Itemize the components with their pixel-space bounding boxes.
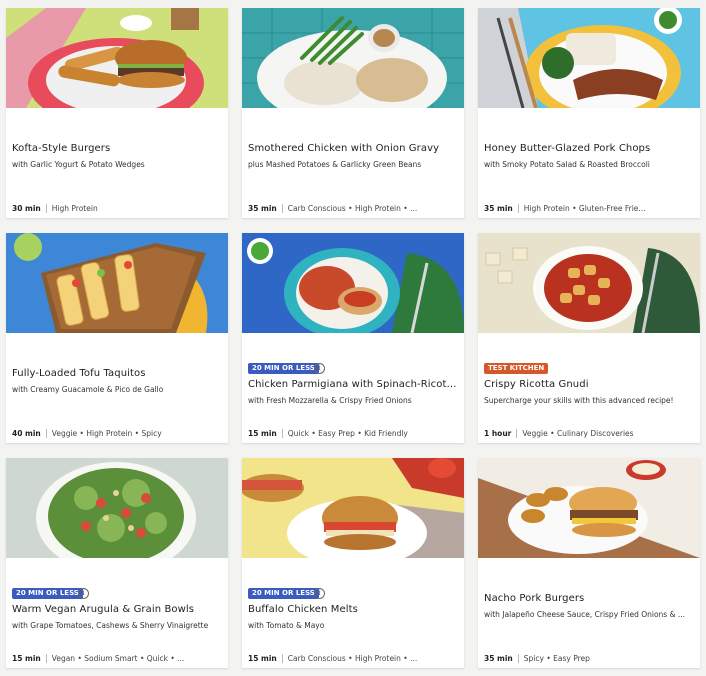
divider — [281, 203, 283, 213]
recipe-grid: Kofta-Style Burgers with Garlic Yogurt &… — [0, 0, 706, 676]
recipe-meta: 15 min Quick • Easy Prep • Kid Friendly — [248, 428, 458, 438]
recipe-card[interactable]: Honey Butter-Glazed Pork Chops with Smok… — [478, 8, 700, 218]
badge-20-min: 20 MIN OR LESS — [12, 588, 83, 599]
recipe-title[interactable]: Buffalo Chicken Melts — [248, 604, 458, 615]
badge-20-min: 20 MIN OR LESS — [248, 588, 319, 599]
recipe-title[interactable]: Fully-Loaded Tofu Taquitos — [12, 368, 222, 379]
recipe-time: 15 min — [248, 653, 277, 663]
recipe-time: 35 min — [248, 203, 277, 213]
gnudi-bowl-icon — [478, 233, 700, 333]
recipe-subtitle: Supercharge your skills with this advanc… — [484, 396, 674, 405]
divider — [281, 653, 283, 663]
divider — [517, 203, 519, 213]
recipe-card[interactable]: Smothered Chicken with Onion Gravy plus … — [242, 8, 464, 218]
recipe-tags: High Protein — [51, 203, 98, 213]
burger-board-icon — [478, 458, 700, 558]
info-icon[interactable]: i — [78, 588, 89, 599]
recipe-subtitle: with Jalapeño Cheese Sauce, Crispy Fried… — [484, 610, 685, 619]
recipe-title[interactable]: Crispy Ricotta Gnudi — [484, 379, 694, 390]
recipe-title[interactable]: Honey Butter-Glazed Pork Chops — [484, 143, 694, 154]
recipe-meta: 35 min Spicy • Easy Prep — [484, 653, 694, 663]
recipe-time: 30 min — [12, 203, 41, 213]
recipe-card[interactable]: 20 MIN OR LESS i Chicken Parmigiana with… — [242, 233, 464, 443]
recipe-meta: 35 min Carb Conscious • High Protein • .… — [248, 203, 458, 213]
recipe-meta: 35 min High Protein • Gluten-Free Frie..… — [484, 203, 694, 213]
recipe-tags: Vegan • Sodium Smart • Quick • ... — [51, 653, 185, 663]
recipe-subtitle: with Tomato & Mayo — [248, 621, 325, 630]
recipe-meta: 15 min Carb Conscious • High Protein • .… — [248, 653, 458, 663]
recipe-title[interactable]: Smothered Chicken with Onion Gravy — [248, 143, 458, 154]
recipe-time: 15 min — [12, 653, 41, 663]
burger-icon — [6, 8, 228, 108]
divider — [45, 428, 47, 438]
recipe-subtitle: with Grape Tomatoes, Cashews & Sherry Vi… — [12, 621, 209, 630]
recipe-meta: 40 min Veggie • High Protein • Spicy — [12, 428, 222, 438]
recipe-title[interactable]: Kofta-Style Burgers — [12, 143, 222, 154]
recipe-title[interactable]: Warm Vegan Arugula & Grain Bowls — [12, 604, 222, 615]
recipe-card[interactable]: Fully-Loaded Tofu Taquitos with Creamy G… — [6, 233, 228, 443]
recipe-time: 1 hour — [484, 428, 512, 438]
recipe-subtitle: with Garlic Yogurt & Potato Wedges — [12, 160, 145, 169]
taquitos-board-icon — [6, 233, 228, 333]
recipe-tags: Quick • Easy Prep • Kid Friendly — [287, 428, 408, 438]
recipe-time: 15 min — [248, 428, 277, 438]
recipe-time: 35 min — [484, 203, 513, 213]
recipe-card[interactable]: 20 MIN OR LESS i Warm Vegan Arugula & Gr… — [6, 458, 228, 668]
recipe-subtitle: plus Mashed Potatoes & Garlicky Green Be… — [248, 160, 422, 169]
recipe-tags: Carb Conscious • High Protein • ... — [287, 653, 418, 663]
sandwich-plate-icon — [242, 458, 464, 558]
info-icon[interactable]: i — [314, 363, 325, 374]
info-icon[interactable]: i — [314, 588, 325, 599]
recipe-tags: High Protein • Gluten-Free Frie... — [523, 203, 646, 213]
recipe-card[interactable]: 20 MIN OR LESS i Buffalo Chicken Melts w… — [242, 458, 464, 668]
chicken-plate-icon — [242, 8, 464, 108]
salad-bowl-icon — [6, 458, 228, 558]
divider — [45, 653, 47, 663]
recipe-subtitle: with Creamy Guacamole & Pico de Gallo — [12, 385, 164, 394]
badge-test-kitchen: TEST KITCHEN — [484, 363, 549, 374]
recipe-card[interactable]: Nacho Pork Burgers with Jalapeño Cheese … — [478, 458, 700, 668]
recipe-subtitle: with Fresh Mozzarella & Crispy Fried Oni… — [248, 396, 412, 405]
recipe-card[interactable]: TEST KITCHEN Crispy Ricotta Gnudi Superc… — [478, 233, 700, 443]
recipe-time: 40 min — [12, 428, 41, 438]
divider — [517, 653, 519, 663]
recipe-tags: Veggie • High Protein • Spicy — [51, 428, 162, 438]
pasta-plate-icon — [242, 233, 464, 333]
recipe-title[interactable]: Chicken Parmigiana with Spinach-Ricott..… — [248, 379, 458, 390]
divider — [516, 428, 518, 438]
divider — [45, 203, 47, 213]
divider — [281, 428, 283, 438]
recipe-time: 35 min — [484, 653, 513, 663]
recipe-meta: 1 hour Veggie • Culinary Discoveries — [484, 428, 694, 438]
recipe-tags: Veggie • Culinary Discoveries — [522, 428, 634, 438]
recipe-title[interactable]: Nacho Pork Burgers — [484, 593, 694, 604]
badge-20-min: 20 MIN OR LESS — [248, 363, 319, 374]
recipe-tags: Carb Conscious • High Protein • ... — [287, 203, 418, 213]
pork-chop-plate-icon — [478, 8, 700, 108]
recipe-meta: 15 min Vegan • Sodium Smart • Quick • ..… — [12, 653, 222, 663]
recipe-card[interactable]: Kofta-Style Burgers with Garlic Yogurt &… — [6, 8, 228, 218]
recipe-subtitle: with Smoky Potato Salad & Roasted Brocco… — [484, 160, 650, 169]
recipe-tags: Spicy • Easy Prep — [523, 653, 590, 663]
recipe-meta: 30 min High Protein — [12, 203, 222, 213]
